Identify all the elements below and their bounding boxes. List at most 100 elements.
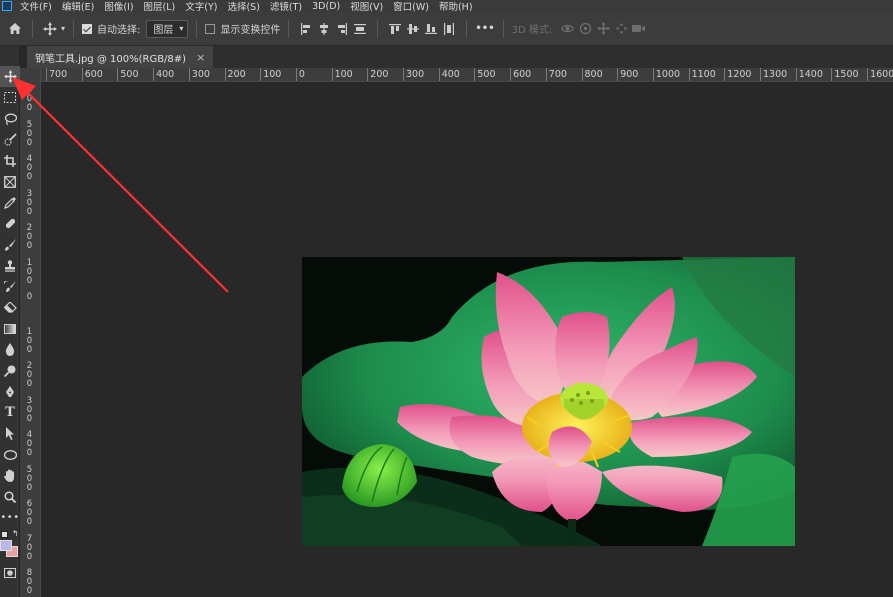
align-left-icon[interactable] — [297, 20, 315, 38]
ruler-label: 0 — [26, 292, 33, 302]
history-brush-tool-icon[interactable] — [0, 276, 20, 297]
tools-panel: T ••• ↰ — [0, 46, 20, 597]
chevron-down-icon: ▾ — [179, 24, 184, 33]
hand-tool-icon[interactable] — [0, 465, 20, 486]
eraser-tool-icon[interactable] — [0, 297, 20, 318]
ruler-tick — [581, 68, 583, 81]
move-tool-icon[interactable] — [0, 66, 20, 87]
ruler-tick — [117, 68, 119, 81]
3d-camera-icon[interactable] — [630, 20, 648, 38]
menu-3d[interactable]: 3D(D) — [312, 1, 340, 12]
ruler-label: 200 — [227, 69, 246, 80]
ruler-label: 1200 — [727, 69, 752, 80]
3d-pan-icon[interactable] — [594, 20, 612, 38]
ruler-label: 0 — [298, 69, 305, 80]
align-vertical-center-icon[interactable] — [404, 20, 422, 38]
blur-tool-icon[interactable] — [0, 339, 20, 360]
ruler-label: 200 — [370, 69, 389, 80]
ruler-label: 1500 — [834, 69, 859, 80]
lasso-tool-icon[interactable] — [0, 108, 20, 129]
healing-brush-tool-icon[interactable] — [0, 213, 20, 234]
align-right-icon[interactable] — [333, 20, 351, 38]
ruler-label: 500 — [120, 69, 139, 80]
divider — [377, 19, 379, 38]
crop-tool-icon[interactable] — [0, 150, 20, 171]
ruler-label: 600 — [84, 69, 103, 80]
3d-orbit-icon[interactable] — [558, 20, 576, 38]
zoom-tool-icon[interactable] — [0, 486, 20, 507]
move-tool-preset-icon[interactable] — [41, 20, 59, 38]
show-transform-checkbox[interactable] — [205, 23, 216, 34]
ruler-label: 300 — [26, 188, 33, 217]
lotus-flower-image[interactable] — [302, 257, 795, 546]
ruler-tick — [403, 68, 404, 81]
chevron-down-icon[interactable]: ▾ — [61, 24, 65, 33]
ruler-label: 100 — [26, 326, 33, 355]
ruler-label: 700 — [548, 69, 567, 80]
ruler-tick — [617, 68, 619, 81]
ruler-tick — [831, 68, 833, 81]
ruler-label: 400 — [26, 430, 33, 458]
3d-mode-label: 3D 模式: — [511, 25, 553, 36]
ellipse-tool-icon[interactable] — [0, 444, 20, 465]
ruler-label: 300 — [26, 395, 33, 424]
document-tab-title: 钢笔工具.jpg @ 100%(RGB/8#) — [35, 53, 187, 65]
home-icon[interactable] — [6, 20, 24, 38]
ruler-label: 1300 — [763, 69, 788, 80]
ruler-tick — [795, 68, 797, 81]
3d-roll-icon[interactable] — [576, 20, 594, 38]
default-colors-icon[interactable] — [1, 531, 8, 538]
frame-tool-icon[interactable] — [0, 171, 20, 192]
ruler-label: 1000 — [655, 69, 681, 80]
quick-select-tool-icon[interactable] — [0, 129, 20, 150]
options-bar: ▾ 自动选择: 图层 ▾ 显示变换控件 ••• 3D 模式: — [0, 12, 893, 46]
gradient-tool-icon[interactable] — [0, 318, 20, 339]
quick-mask-icon[interactable] — [0, 562, 20, 583]
ruler-label: 500 — [26, 464, 33, 493]
more-options-button[interactable]: ••• — [475, 23, 494, 34]
ruler-label: 400 — [441, 69, 460, 80]
divider — [32, 19, 33, 38]
more-tools-icon[interactable]: ••• — [0, 507, 20, 528]
close-icon[interactable]: × — [196, 51, 205, 64]
ruler-tick — [224, 68, 226, 81]
clone-stamp-tool-icon[interactable] — [0, 255, 20, 276]
document-tab-bar: 钢笔工具.jpg @ 100%(RGB/8#) × — [27, 46, 893, 68]
marquee-tool-icon[interactable] — [0, 87, 20, 108]
ruler-tick — [260, 68, 262, 81]
horizontal-ruler[interactable]: 700 600 500 400 300 200 100 0 100 200 300 400 500 600… — [41, 68, 893, 82]
path-selection-tool-icon[interactable] — [0, 423, 20, 444]
divider — [196, 19, 198, 38]
swap-colors-icon[interactable]: ↰ — [12, 529, 19, 538]
vertical-ruler[interactable]: 600 500 400 300 200 100 0 100 200 300 400 500 600 700… — [20, 68, 41, 597]
ruler-tick — [438, 68, 440, 81]
type-tool-icon[interactable]: T — [0, 402, 20, 423]
align-bottom-icon[interactable] — [422, 20, 440, 38]
ruler-label: 1600 — [870, 69, 893, 80]
ruler-label: 400 — [156, 69, 175, 80]
auto-select-dropdown[interactable]: 图层 ▾ — [146, 19, 189, 38]
ruler-label: 200 — [26, 223, 33, 251]
ruler-tick — [724, 68, 726, 81]
eyedropper-tool-icon[interactable] — [0, 192, 20, 213]
pen-tool-icon[interactable] — [0, 381, 20, 402]
foreground-color-swatch[interactable] — [0, 540, 12, 551]
ruler-label: 100 — [334, 69, 353, 80]
distribute-vertical-icon[interactable] — [440, 20, 458, 38]
3d-slide-icon[interactable] — [612, 20, 630, 38]
document-tab[interactable]: 钢笔工具.jpg @ 100%(RGB/8#) × — [27, 46, 214, 68]
dodge-tool-icon[interactable] — [0, 360, 20, 381]
ruler-tick — [81, 68, 83, 81]
ruler-label: 100 — [263, 69, 282, 80]
ruler-label: 900 — [620, 69, 639, 80]
ruler-tick — [331, 68, 333, 81]
ruler-tick — [153, 68, 155, 81]
ruler-label: 600 — [26, 85, 33, 113]
brush-tool-icon[interactable] — [0, 234, 20, 255]
align-top-icon[interactable] — [386, 20, 404, 38]
distribute-icon[interactable] — [351, 20, 369, 38]
align-horizontal-center-icon[interactable] — [315, 20, 333, 38]
ruler-tick — [367, 68, 369, 81]
auto-select-checkbox[interactable] — [82, 23, 93, 34]
ruler-label: 300 — [191, 69, 210, 80]
